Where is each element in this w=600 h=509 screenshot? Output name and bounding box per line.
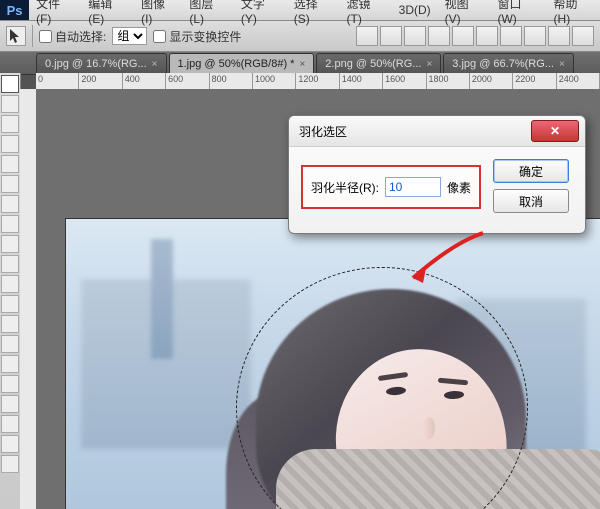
align-icon[interactable] (476, 26, 498, 46)
feather-dialog: 羽化选区 ✕ 羽化半径(R): 像素 确定 取消 (288, 115, 586, 234)
tool-hand-icon[interactable] (1, 435, 19, 453)
close-icon: ✕ (550, 124, 560, 138)
ruler-vertical[interactable] (20, 89, 37, 509)
move-tool-icon[interactable] (6, 26, 26, 46)
tool-crop-icon[interactable] (1, 155, 19, 173)
tool-path-icon[interactable] (1, 395, 19, 413)
dialog-buttons: 确定 取消 (493, 159, 569, 213)
show-transform-checkbox[interactable]: 显示变换控件 (153, 28, 241, 45)
ruler-tick: 1200 (298, 74, 318, 84)
show-transform-input[interactable] (153, 30, 166, 43)
menu-type[interactable]: 文字(Y) (234, 0, 287, 26)
tool-zoom-icon[interactable] (1, 455, 19, 473)
ruler-tick: 600 (168, 74, 183, 84)
tool-brush-icon[interactable] (1, 215, 19, 233)
ruler-horizontal[interactable]: 0 200 400 600 800 1000 1200 1400 1600 18… (36, 73, 600, 90)
menu-filter[interactable]: 滤镜(T) (340, 0, 392, 26)
menu-file[interactable]: 文件(F) (29, 0, 81, 26)
auto-select-label: 自动选择: (55, 28, 106, 45)
tool-type-icon[interactable] (1, 375, 19, 393)
menu-layer[interactable]: 图层(L) (182, 0, 234, 26)
ruler-tick: 2200 (515, 74, 535, 84)
ruler-tick: 1600 (385, 74, 405, 84)
ok-button[interactable]: 确定 (493, 159, 569, 183)
document-tab-bar: 0.jpg @ 16.7%(RG... × 1.jpg @ 50%(RGB/8#)… (0, 52, 600, 75)
tool-eyedropper-icon[interactable] (1, 175, 19, 193)
menu-window[interactable]: 窗口(W) (490, 0, 546, 26)
tool-gradient-icon[interactable] (1, 295, 19, 313)
app-logo-icon: Ps (0, 0, 29, 20)
feather-unit-label: 像素 (447, 179, 471, 196)
ruler-tick: 1400 (342, 74, 362, 84)
document-tab[interactable]: 2.png @ 50%(RG... × (316, 53, 441, 74)
align-icon[interactable] (428, 26, 450, 46)
dialog-close-button[interactable]: ✕ (531, 120, 579, 142)
document-tab[interactable]: 1.jpg @ 50%(RGB/8#) * × (169, 53, 315, 74)
ruler-tick: 800 (212, 74, 227, 84)
menu-help[interactable]: 帮助(H) (547, 0, 600, 26)
tool-eraser-icon[interactable] (1, 275, 19, 293)
ruler-tick: 400 (125, 74, 140, 84)
align-icon[interactable] (548, 26, 570, 46)
feather-radius-field: 羽化半径(R): 像素 (301, 165, 481, 209)
ruler-tick: 1800 (429, 74, 449, 84)
close-icon[interactable]: × (299, 59, 305, 70)
cancel-button[interactable]: 取消 (493, 189, 569, 213)
align-icon[interactable] (404, 26, 426, 46)
menu-edit[interactable]: 编辑(E) (81, 0, 134, 26)
dialog-body: 羽化半径(R): 像素 确定 取消 (289, 147, 585, 233)
tool-dodge-icon[interactable] (1, 335, 19, 353)
ruler-tick: 1000 (255, 74, 275, 84)
align-icon[interactable] (524, 26, 546, 46)
menu-image[interactable]: 图像(I) (134, 0, 182, 26)
auto-select-checkbox[interactable]: 自动选择: (39, 28, 106, 45)
options-bar: 自动选择: 组 显示变换控件 (0, 21, 600, 52)
tool-lasso-icon[interactable] (1, 115, 19, 133)
document-tab[interactable]: 3.jpg @ 66.7%(RG... × (443, 53, 574, 74)
feather-radius-label: 羽化半径(R): (311, 179, 379, 196)
menu-3d[interactable]: 3D(D) (392, 3, 438, 17)
tool-history-brush-icon[interactable] (1, 255, 19, 273)
tool-shape-icon[interactable] (1, 415, 19, 433)
menu-select[interactable]: 选择(S) (287, 0, 340, 26)
tab-label: 3.jpg @ 66.7%(RG... (452, 58, 554, 70)
tool-marquee-icon[interactable] (1, 95, 19, 113)
toolbox (0, 73, 21, 509)
tool-pen-icon[interactable] (1, 355, 19, 373)
photo-background (151, 239, 173, 359)
align-icon[interactable] (380, 26, 402, 46)
menu-view[interactable]: 视图(V) (438, 0, 491, 26)
align-icon-group (356, 26, 594, 46)
ruler-tick: 200 (81, 74, 96, 84)
close-icon[interactable]: × (426, 59, 432, 70)
feather-radius-input[interactable] (385, 177, 441, 197)
tool-stamp-icon[interactable] (1, 235, 19, 253)
tool-move-icon[interactable] (1, 75, 19, 93)
close-icon[interactable]: × (152, 59, 158, 70)
tab-label: 0.jpg @ 16.7%(RG... (45, 58, 147, 70)
align-icon[interactable] (356, 26, 378, 46)
align-icon[interactable] (500, 26, 522, 46)
close-icon[interactable]: × (559, 59, 565, 70)
show-transform-label: 显示变换控件 (169, 28, 241, 45)
ruler-tick: 0 (38, 74, 43, 84)
document-tab[interactable]: 0.jpg @ 16.7%(RG... × (36, 53, 167, 74)
ruler-tick: 2000 (472, 74, 492, 84)
auto-select-input[interactable] (39, 30, 52, 43)
align-icon[interactable] (572, 26, 594, 46)
menu-bar: Ps 文件(F) 编辑(E) 图像(I) 图层(L) 文字(Y) 选择(S) 滤… (0, 0, 600, 21)
auto-select-target[interactable]: 组 (112, 27, 147, 45)
tab-label: 1.jpg @ 50%(RGB/8#) * (178, 58, 295, 70)
tool-heal-icon[interactable] (1, 195, 19, 213)
ruler-tick: 2400 (559, 74, 579, 84)
dialog-titlebar[interactable]: 羽化选区 ✕ (289, 116, 585, 147)
tab-label: 2.png @ 50%(RG... (325, 58, 421, 70)
document-canvas[interactable] (66, 219, 600, 509)
divider (32, 25, 33, 47)
tool-wand-icon[interactable] (1, 135, 19, 153)
tool-blur-icon[interactable] (1, 315, 19, 333)
dialog-title: 羽化选区 (299, 123, 347, 140)
align-icon[interactable] (452, 26, 474, 46)
